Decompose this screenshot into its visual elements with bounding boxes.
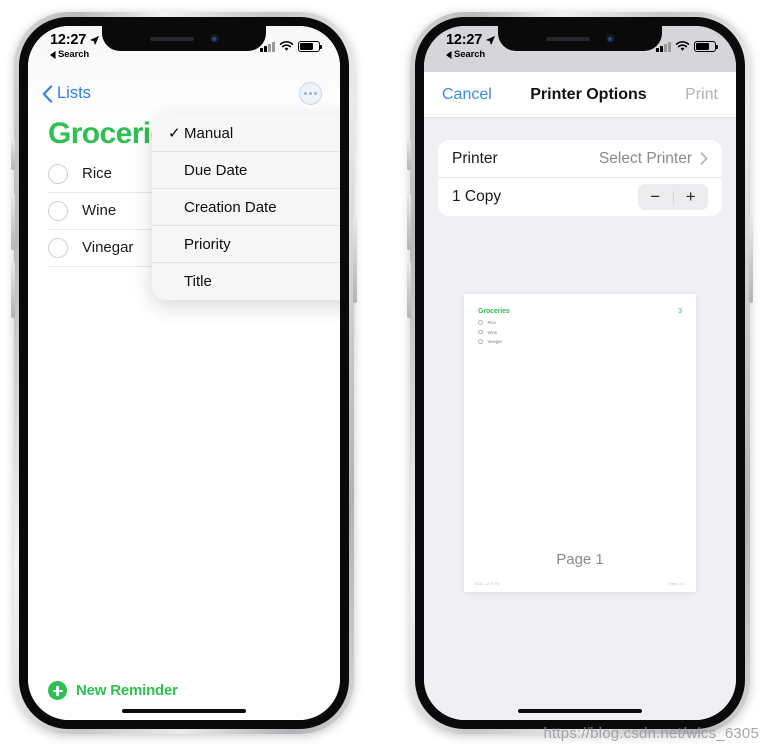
sort-option-priority[interactable]: Priority bbox=[152, 226, 340, 263]
notch bbox=[102, 26, 266, 51]
preview-item-circle-icon bbox=[478, 339, 483, 344]
plus-circle-icon bbox=[48, 681, 67, 700]
mute-switch[interactable] bbox=[407, 140, 411, 170]
preview-footer-left: 2/1/21, 12:27 PM bbox=[474, 582, 500, 586]
sort-option-manual[interactable]: ✓ Manual bbox=[152, 115, 340, 152]
reminder-label: Vinegar bbox=[82, 239, 134, 256]
preview-item: Rice bbox=[478, 320, 682, 325]
copies-row: 1 Copy − + bbox=[438, 178, 722, 216]
reminder-label: Rice bbox=[82, 165, 113, 182]
reminders-empty-space bbox=[28, 267, 340, 682]
home-indicator[interactable] bbox=[122, 708, 246, 713]
phone-left-bezel: 12:27 Search Lists Groceries Rice Wine V… bbox=[19, 17, 349, 729]
new-reminder-button[interactable]: New Reminder bbox=[28, 681, 340, 720]
checkmark-icon: ✓ bbox=[168, 125, 181, 142]
notch bbox=[498, 26, 662, 51]
sort-option-due-date[interactable]: Due Date bbox=[152, 152, 340, 189]
phone-right-screen: Cancel Printer Options Print Printer Sel… bbox=[424, 26, 736, 720]
printer-options-sheet: Cancel Printer Options Print Printer Sel… bbox=[424, 26, 736, 720]
sort-dropdown-menu[interactable]: ✓ Manual Due Date Creation Date Priority bbox=[152, 115, 340, 300]
copies-label: 1 Copy bbox=[452, 188, 502, 205]
phone-left: 12:27 Search Lists Groceries Rice Wine V… bbox=[11, 12, 357, 734]
preview-item: Wine bbox=[478, 330, 682, 335]
power-button[interactable] bbox=[353, 217, 357, 303]
earpiece-speaker-icon bbox=[545, 36, 590, 41]
preview-doc-footer: 2/1/21, 12:27 PM Page 1 of 1 bbox=[474, 582, 686, 586]
preview-item-circle-icon bbox=[478, 320, 483, 325]
preview-doc-count: 3 bbox=[678, 308, 682, 315]
front-camera-icon bbox=[209, 34, 219, 43]
sort-option-label: Due Date bbox=[184, 161, 248, 179]
sort-option-label: Title bbox=[184, 273, 212, 290]
volume-up-button[interactable] bbox=[11, 194, 15, 250]
printer-value: Select Printer bbox=[598, 149, 692, 167]
increment-button[interactable]: + bbox=[674, 187, 709, 207]
volume-up-button[interactable] bbox=[407, 194, 411, 250]
new-reminder-label: New Reminder bbox=[76, 682, 178, 699]
printer-options-navbar: Cancel Printer Options Print bbox=[424, 72, 736, 118]
preview-item-label: Vinegar bbox=[487, 339, 502, 344]
reminder-checkbox[interactable] bbox=[48, 200, 68, 221]
sort-option-label: Priority bbox=[184, 235, 231, 253]
print-preview-area[interactable]: Groceries 3 Rice Wine Vinegar 2/1/21, 12… bbox=[424, 216, 736, 720]
preview-doc-items: Rice Wine Vinegar bbox=[478, 320, 682, 344]
earpiece-speaker-icon bbox=[149, 36, 194, 41]
phone-left-screen: 12:27 Search Lists Groceries Rice Wine V… bbox=[28, 26, 340, 720]
print-button[interactable]: Print bbox=[685, 86, 718, 104]
chevron-right-icon bbox=[700, 152, 708, 165]
front-camera-icon bbox=[605, 34, 615, 43]
printer-options-card: Printer Select Printer 1 Copy − + bbox=[438, 140, 722, 216]
preview-doc-header: Groceries 3 bbox=[478, 308, 682, 315]
volume-down-button[interactable] bbox=[407, 262, 411, 318]
reminder-label: Wine bbox=[82, 202, 117, 219]
watermark-url: https://blog.csdn.net/wlcs_6305 bbox=[543, 725, 759, 742]
mute-switch[interactable] bbox=[11, 140, 15, 170]
phone-right-bezel: Cancel Printer Options Print Printer Sel… bbox=[415, 17, 745, 729]
reminder-checkbox[interactable] bbox=[48, 237, 68, 258]
back-to-lists-button[interactable]: Lists bbox=[42, 84, 91, 103]
page-number-label: Page 1 bbox=[556, 551, 604, 568]
sort-option-title[interactable]: Title bbox=[152, 263, 340, 300]
volume-down-button[interactable] bbox=[11, 262, 15, 318]
chevron-left-icon bbox=[42, 84, 53, 103]
decrement-button[interactable]: − bbox=[638, 187, 673, 207]
sort-option-label: Manual bbox=[184, 124, 234, 142]
reminder-checkbox[interactable] bbox=[48, 163, 68, 184]
page-title: Printer Options bbox=[530, 85, 647, 103]
preview-item-label: Rice bbox=[487, 320, 496, 325]
home-indicator[interactable] bbox=[518, 708, 642, 713]
back-to-lists-label: Lists bbox=[57, 84, 91, 102]
printer-select-row[interactable]: Printer Select Printer bbox=[438, 140, 722, 178]
preview-doc-title: Groceries bbox=[478, 308, 510, 315]
print-preview-page[interactable]: Groceries 3 Rice Wine Vinegar 2/1/21, 12… bbox=[464, 294, 696, 592]
power-button[interactable] bbox=[749, 217, 753, 303]
ellipsis-circle-icon[interactable] bbox=[299, 82, 322, 105]
preview-footer-right: Page 1 of 1 bbox=[668, 582, 686, 586]
sort-option-label: Creation Date bbox=[184, 198, 277, 216]
quantity-stepper[interactable]: − + bbox=[638, 184, 708, 210]
printer-label: Printer bbox=[452, 149, 498, 167]
sort-option-creation-date[interactable]: Creation Date bbox=[152, 189, 340, 226]
cancel-button[interactable]: Cancel bbox=[442, 86, 492, 104]
preview-item: Vinegar bbox=[478, 339, 682, 344]
phone-right: Cancel Printer Options Print Printer Sel… bbox=[407, 12, 753, 734]
preview-item-label: Wine bbox=[487, 329, 498, 335]
preview-item-circle-icon bbox=[478, 329, 483, 335]
